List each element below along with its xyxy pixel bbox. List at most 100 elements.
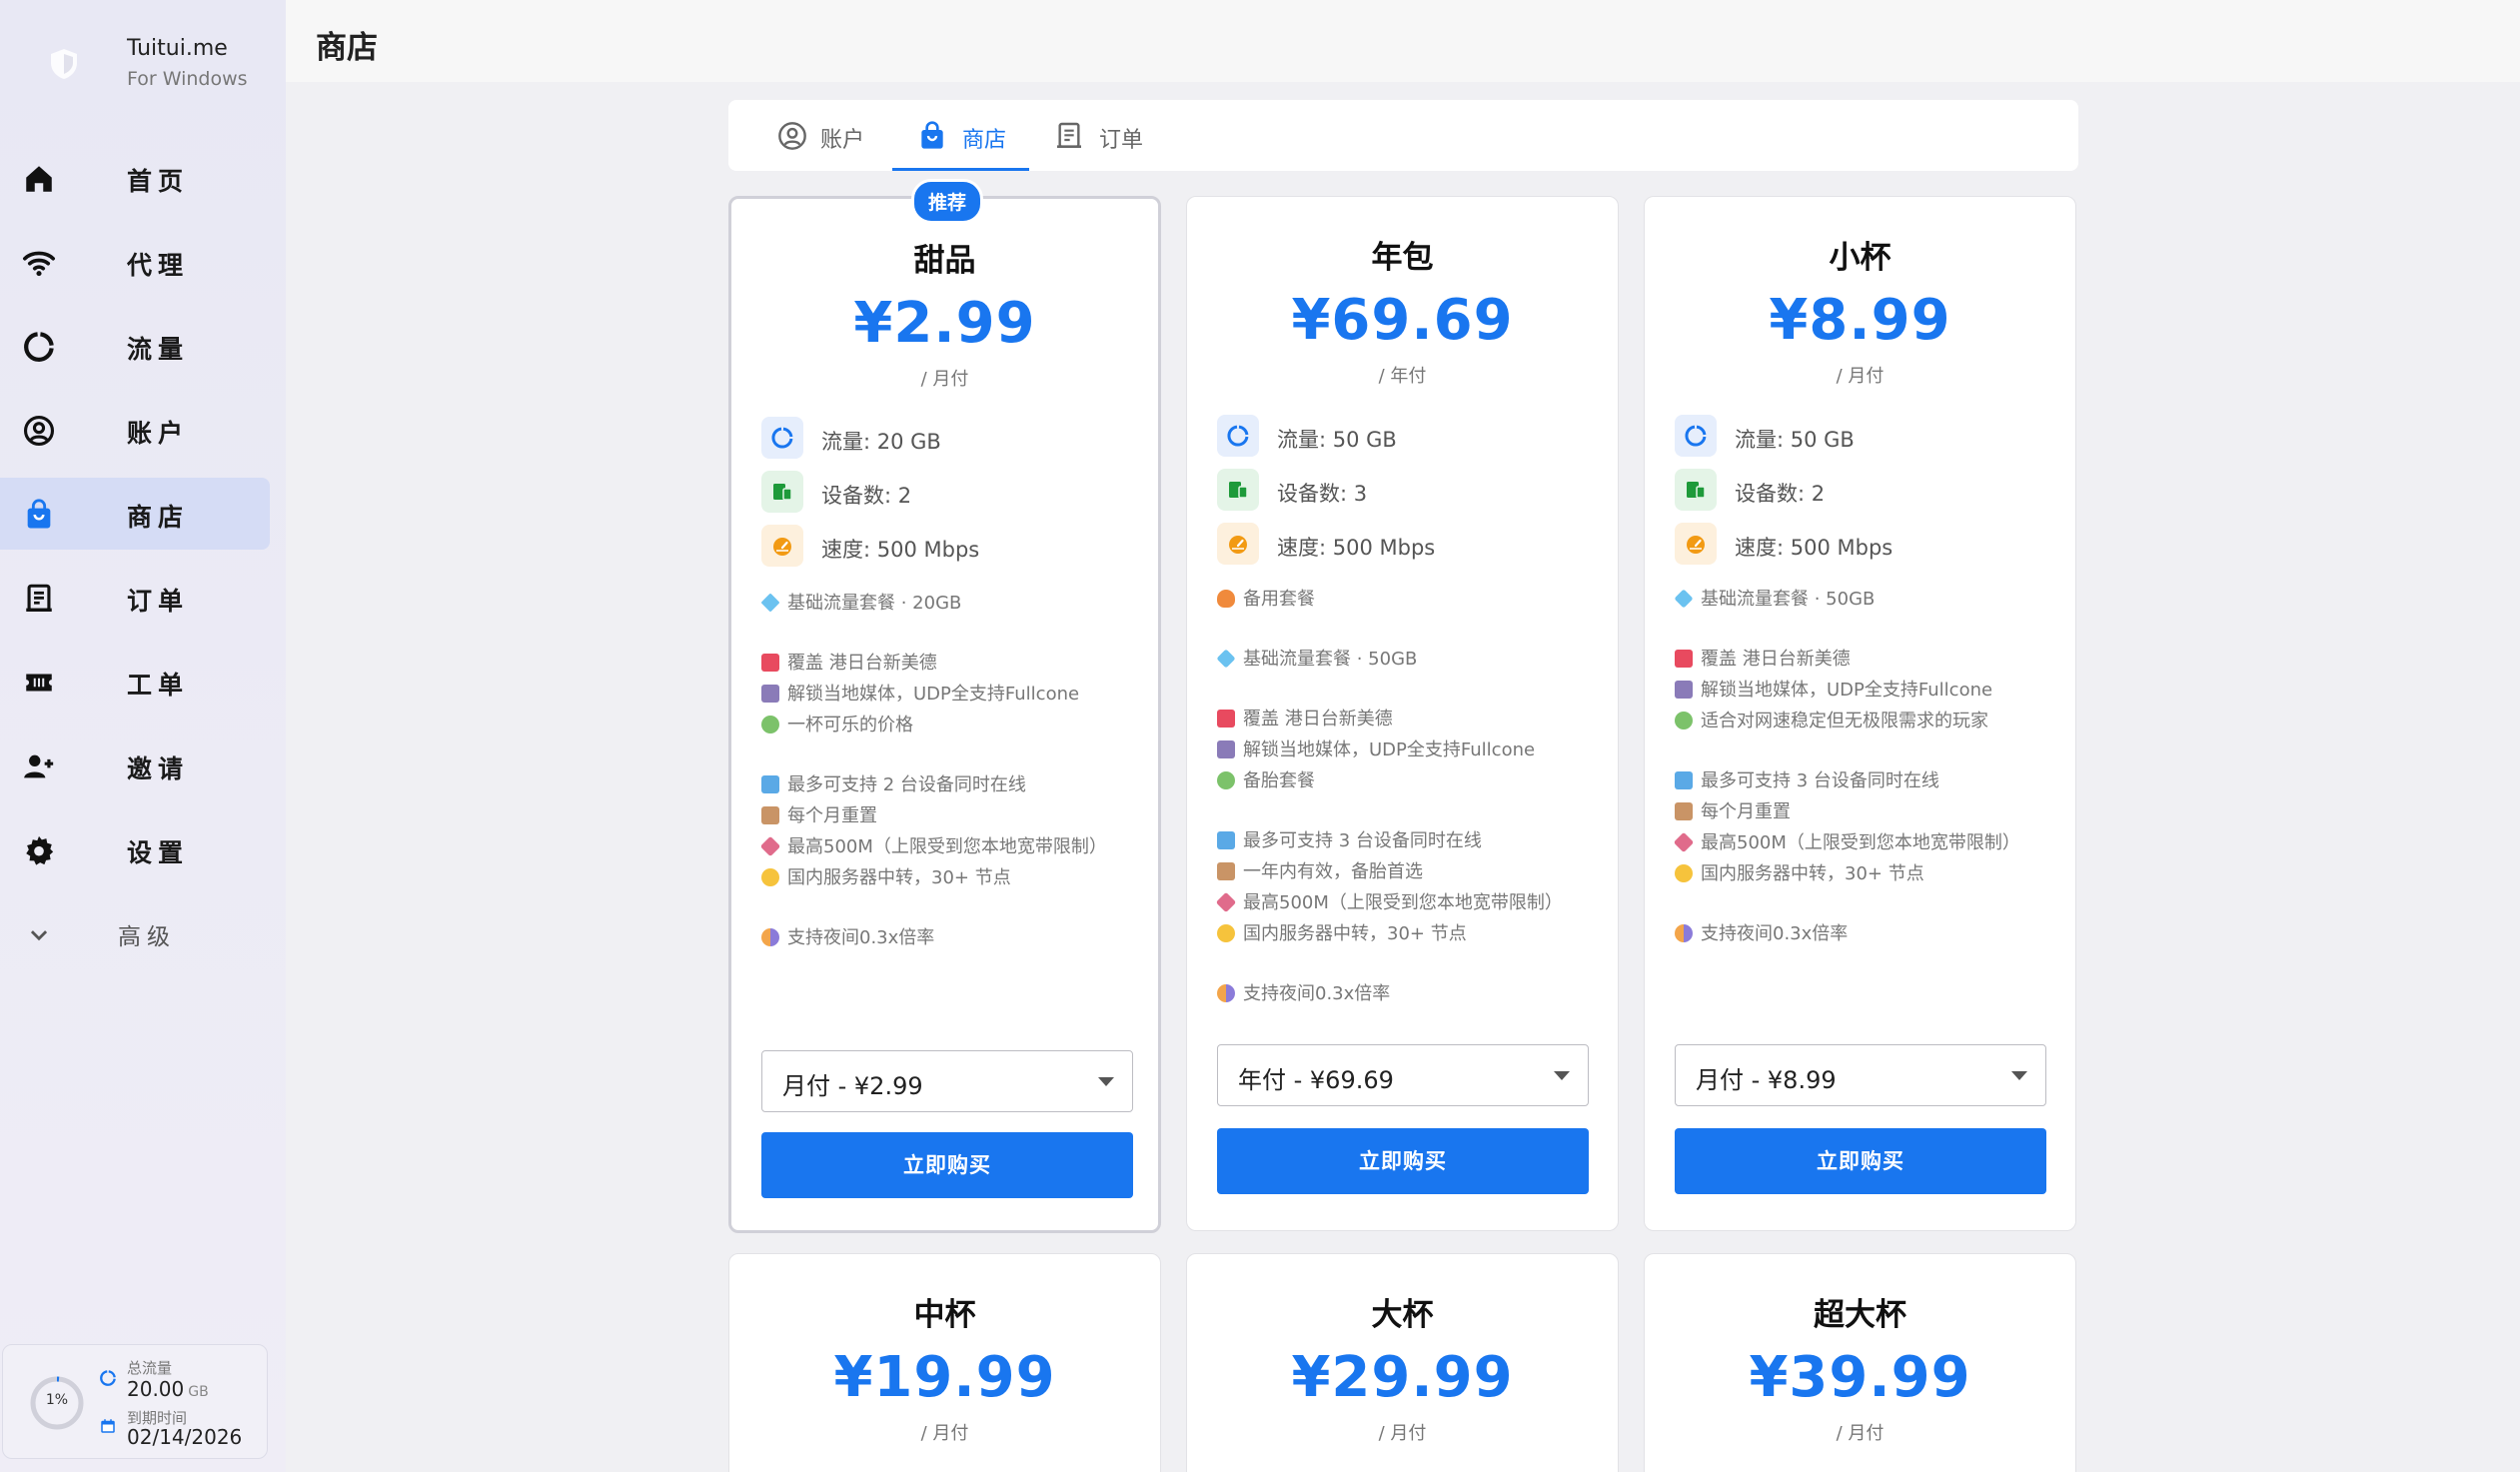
account-icon bbox=[23, 415, 55, 447]
sidebar-item-label: 代理 bbox=[127, 251, 190, 280]
donut-icon bbox=[771, 427, 793, 449]
home-icon bbox=[26, 166, 52, 192]
feature-item: 支持夜间0.3x倍率 bbox=[1217, 979, 1390, 1005]
buy-now-button[interactable]: 立即购买 bbox=[1217, 1128, 1589, 1194]
plan-period: / 月付 bbox=[920, 369, 969, 390]
shopping-bag-icon bbox=[921, 121, 943, 149]
feature-item: 支持夜间0.3x倍率 bbox=[761, 923, 934, 949]
plan-card-extra-large: 超大杯 ¥39.99 / 月付 bbox=[1644, 1253, 2076, 1472]
diamond-icon bbox=[1216, 649, 1236, 669]
sidebar-item-label: 流量 bbox=[127, 335, 190, 364]
feature-item: 一杯可乐的价格 bbox=[761, 711, 913, 736]
total-traffic-value: 20.00 GB bbox=[127, 1377, 209, 1401]
feature-item: 国内服务器中转，30+ 节点 bbox=[1675, 859, 1924, 885]
feature-item: 最高500M（上限受到您本地宽带限制） bbox=[759, 832, 1107, 858]
spec-devices-icon-box bbox=[761, 471, 803, 513]
monitor-icon bbox=[761, 775, 779, 793]
tab-bar: 账户 商店 订单 bbox=[728, 100, 2078, 171]
feature-item: 一年内有效，备胎首选 bbox=[1217, 857, 1423, 883]
package-icon bbox=[761, 806, 779, 824]
moon-icon bbox=[761, 928, 779, 946]
spec-text: 设备数: 2 bbox=[1735, 482, 1826, 506]
tab-orders[interactable]: 订单 bbox=[1029, 100, 1179, 171]
usage-summary-card: 1% 总流量 20.00 GB 到期时间 02/14/2026 bbox=[2, 1344, 268, 1459]
sidebar-item-advanced[interactable]: 高级 bbox=[0, 897, 270, 969]
feature-item: 支持夜间0.3x倍率 bbox=[1675, 919, 1848, 945]
expire-value: 02/14/2026 bbox=[127, 1425, 243, 1449]
package-icon bbox=[1217, 862, 1235, 880]
sidebar-item-proxy[interactable]: 代理 bbox=[0, 226, 270, 298]
plan-price: ¥19.99 bbox=[833, 1345, 1056, 1410]
feature-item: 每个月重置 bbox=[1675, 797, 1791, 823]
feature-item: 最高500M（上限受到您本地宽带限制） bbox=[1673, 828, 2020, 854]
caret-down-icon bbox=[1554, 1071, 1570, 1080]
plan-period: / 月付 bbox=[1836, 1423, 1885, 1444]
plan-name: 小杯 bbox=[1829, 240, 1891, 276]
buy-now-button[interactable]: 立即购买 bbox=[761, 1132, 1133, 1198]
tab-label: 订单 bbox=[1099, 128, 1144, 153]
tab-account[interactable]: 账户 bbox=[728, 100, 892, 171]
spec-text: 速度: 500 Mbps bbox=[1277, 536, 1436, 560]
flag-icon bbox=[761, 654, 779, 672]
feature-item: 最多可支持 2 台设备同时在线 bbox=[761, 770, 1026, 796]
feature-item: 国内服务器中转，30+ 节点 bbox=[1217, 919, 1467, 945]
rocket-icon bbox=[1673, 831, 1695, 853]
select-value: 月付 - ¥8.99 bbox=[1696, 1066, 1837, 1094]
billing-cycle-select[interactable]: 月付 - ¥8.99 bbox=[1675, 1044, 2046, 1106]
spec-text: 速度: 500 Mbps bbox=[821, 538, 980, 562]
usage-percent: 1% bbox=[45, 1392, 69, 1408]
feature-item: 国内服务器中转，30+ 节点 bbox=[761, 863, 1011, 889]
tab-store[interactable]: 商店 bbox=[892, 100, 1029, 171]
sidebar-item-label: 工单 bbox=[127, 671, 190, 700]
diamond-icon bbox=[760, 593, 780, 613]
sidebar-item-label: 订单 bbox=[127, 587, 190, 616]
calendar-icon bbox=[101, 1419, 115, 1433]
plan-price: ¥2.99 bbox=[853, 291, 1036, 356]
billing-cycle-select[interactable]: 月付 - ¥2.99 bbox=[761, 1050, 1133, 1112]
feature-item: 基础流量套餐 · 20GB bbox=[760, 589, 961, 615]
package-icon bbox=[1675, 802, 1693, 820]
devices-icon bbox=[1229, 482, 1248, 499]
billing-cycle-select[interactable]: 年付 - ¥69.69 bbox=[1217, 1044, 1589, 1106]
feature-item: 解锁当地媒体，UDP全支持Fullcone bbox=[761, 680, 1079, 706]
monitor-icon bbox=[1675, 771, 1693, 789]
spec-speed-icon-box bbox=[1675, 523, 1717, 565]
sidebar-item-label: 邀请 bbox=[127, 754, 190, 783]
clapper-icon bbox=[1675, 681, 1693, 699]
sidebar-item-settings[interactable]: 设置 bbox=[0, 813, 270, 885]
spec-speed-icon-box bbox=[1217, 523, 1259, 565]
feature-item: 最多可支持 3 台设备同时在线 bbox=[1217, 826, 1482, 852]
diamond-icon bbox=[1674, 589, 1694, 609]
gear-icon bbox=[26, 835, 54, 865]
sidebar-item-orders[interactable]: 订单 bbox=[0, 562, 270, 634]
spec-speed-icon-box bbox=[761, 525, 803, 567]
spec-traffic-icon-box bbox=[761, 417, 803, 459]
plan-name: 超大杯 bbox=[1814, 1297, 1906, 1333]
sidebar-item-tickets[interactable]: 工单 bbox=[0, 646, 270, 718]
sidebar-item-label: 账户 bbox=[127, 419, 190, 448]
account-icon bbox=[778, 122, 806, 150]
rocket-icon bbox=[759, 835, 781, 857]
sidebar-item-label: 商店 bbox=[127, 503, 190, 532]
feature-item: 每个月重置 bbox=[761, 801, 877, 827]
buy-now-button[interactable]: 立即购买 bbox=[1675, 1128, 2046, 1194]
feature-item: 最高500M（上限受到您本地宽带限制） bbox=[1215, 888, 1563, 914]
caret-down-icon bbox=[2011, 1071, 2027, 1080]
moon-icon bbox=[1675, 924, 1693, 942]
sidebar-item-invite[interactable]: 邀请 bbox=[0, 730, 270, 801]
plan-name: 年包 bbox=[1371, 240, 1434, 276]
plan-period: / 月付 bbox=[920, 1423, 969, 1444]
plan-price: ¥29.99 bbox=[1291, 1345, 1514, 1410]
receipt-icon bbox=[26, 584, 52, 613]
donut-icon bbox=[1227, 425, 1249, 447]
plan-period: / 月付 bbox=[1836, 366, 1885, 387]
sidebar-item-store[interactable]: 商店 bbox=[0, 478, 270, 550]
tab-label: 账户 bbox=[820, 128, 865, 153]
monitor-icon bbox=[1217, 831, 1235, 849]
plan-period: / 月付 bbox=[1378, 1423, 1427, 1444]
sidebar-item-account[interactable]: 账户 bbox=[0, 394, 270, 466]
sidebar-item-home[interactable]: 首页 bbox=[0, 142, 270, 214]
feature-item: 最多可支持 3 台设备同时在线 bbox=[1675, 766, 1939, 792]
sidebar-item-traffic[interactable]: 流量 bbox=[0, 310, 270, 382]
app-subtitle: For Windows bbox=[127, 68, 248, 90]
